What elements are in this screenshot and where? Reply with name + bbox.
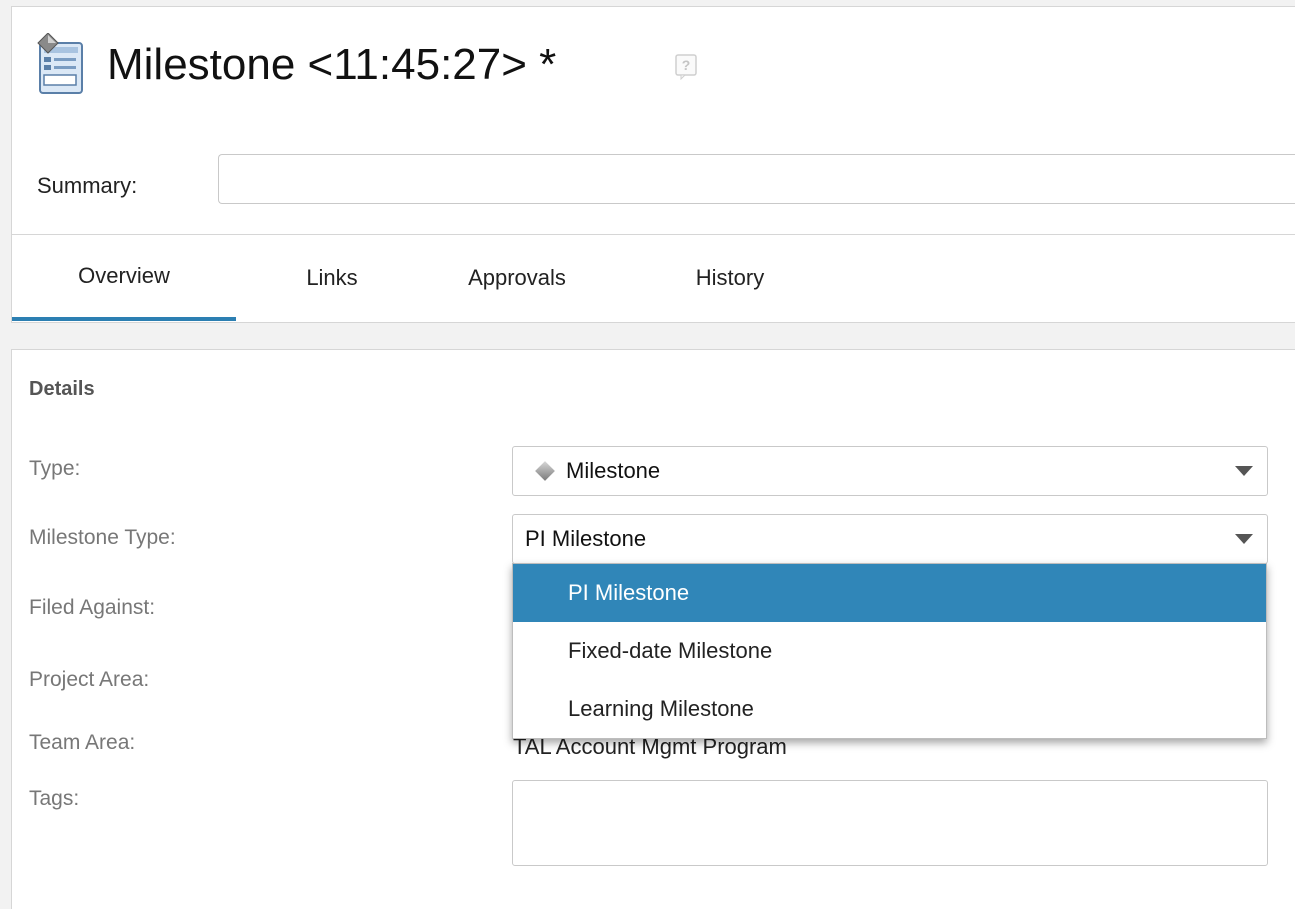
project-area-label: Project Area: (29, 668, 150, 691)
summary-label: Summary: (37, 173, 138, 198)
tab-overview[interactable]: Overview (12, 235, 236, 321)
summary-input[interactable] (218, 154, 1295, 204)
milestone-type-value: PI Milestone (525, 526, 647, 551)
work-item-type-icon (37, 33, 83, 94)
chevron-down-icon (1235, 534, 1253, 544)
header-panel: Milestone <11:45:27> * ? Summary: (11, 6, 1295, 235)
tags-input[interactable] (512, 780, 1268, 866)
tab-history[interactable]: History (670, 235, 790, 321)
tab-bar: Overview Links Approvals History (11, 235, 1295, 323)
page-title: Milestone <11:45:27> * (107, 40, 557, 89)
type-label: Type: (29, 457, 81, 480)
tab-links[interactable]: Links (282, 235, 382, 321)
chevron-down-icon (1235, 466, 1253, 476)
svg-text:?: ? (682, 57, 691, 73)
milestone-type-label: Milestone Type: (29, 526, 176, 549)
filed-against-label: Filed Against: (29, 596, 156, 619)
details-section-title: Details (29, 378, 95, 400)
type-select[interactable]: Milestone (512, 446, 1268, 496)
milestone-type-select[interactable]: PI Milestone (512, 514, 1268, 564)
milestone-type-dropdown: PI Milestone Fixed-date Milestone Learni… (512, 563, 1267, 739)
tab-approvals[interactable]: Approvals (442, 235, 592, 321)
diamond-icon (535, 461, 555, 481)
type-value: Milestone (566, 458, 661, 483)
help-icon[interactable]: ? (675, 54, 697, 80)
dropdown-option[interactable]: Learning Milestone (513, 680, 1266, 738)
dropdown-option[interactable]: PI Milestone (513, 564, 1266, 622)
team-area-label: Team Area: (29, 731, 136, 754)
tags-label: Tags: (29, 787, 80, 810)
work-item-editor: Milestone <11:45:27> * ? Summary: Overvi… (11, 6, 1295, 909)
dropdown-option[interactable]: Fixed-date Milestone (513, 622, 1266, 680)
